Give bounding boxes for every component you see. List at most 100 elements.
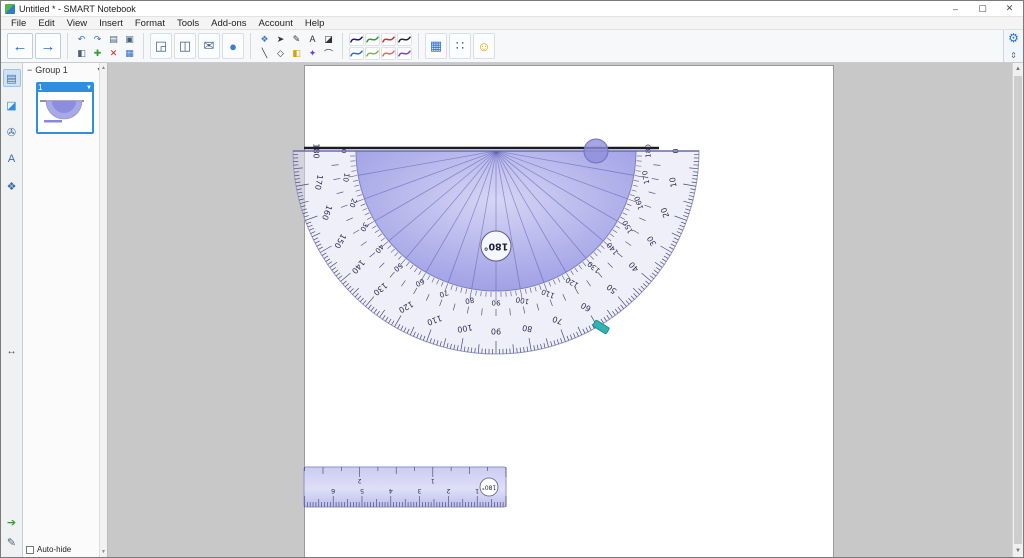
window-controls: – ▢ ✕ (942, 1, 1023, 16)
delete-button[interactable]: ✕ (106, 47, 121, 60)
grid-button[interactable]: ▦ (425, 33, 447, 59)
sorter-scroll-down-icon[interactable]: ▼ (100, 549, 107, 555)
sidebar-tab-attachments[interactable]: ✇ (3, 123, 21, 141)
redo-button[interactable]: ↷ (90, 33, 105, 46)
svg-text:180°: 180° (482, 484, 496, 491)
text-button[interactable]: A (305, 33, 320, 46)
save-button[interactable]: ◧ (74, 47, 89, 60)
protractor-knob[interactable] (583, 138, 609, 164)
menu-format[interactable]: Format (129, 18, 171, 29)
panel-resize-icon[interactable]: ↔ (1, 346, 22, 357)
page-thumbnail[interactable]: 1 ▼ (36, 82, 94, 134)
minimize-button[interactable]: – (942, 1, 969, 16)
previous-page-button[interactable]: ← (7, 33, 33, 59)
menu-add-ons[interactable]: Add-ons (205, 18, 252, 29)
svg-text:1: 1 (431, 477, 435, 484)
sidebar-tab-gallery[interactable]: ◪ (3, 96, 21, 114)
select-button[interactable]: ➤ (273, 33, 288, 46)
vertical-scrollbar[interactable]: ▲ ▼ (1012, 63, 1023, 557)
menu-account[interactable]: Account (253, 18, 299, 29)
lines-button[interactable]: ╲ (257, 47, 272, 60)
canvas-area[interactable]: 0010102020303040405050606070708080909010… (108, 63, 1023, 557)
sorter-scrollbar[interactable]: ▲ ▼ (99, 63, 107, 557)
svg-text:5: 5 (360, 487, 364, 495)
pen-preset-black-button[interactable] (397, 32, 412, 46)
group-label: Group 1 (35, 65, 68, 75)
auto-hide-option[interactable]: Auto-hide (26, 545, 71, 554)
menu-file[interactable]: File (5, 18, 32, 29)
svg-text:2: 2 (446, 487, 450, 495)
pen-preset-green-button[interactable] (365, 32, 380, 46)
page-content-layer: 0010102020303040405050606070708080909010… (292, 138, 700, 508)
svg-text:10: 10 (668, 176, 679, 188)
add-page-button[interactable]: ✚ (90, 47, 105, 60)
pen-preset-lightblue-button[interactable] (349, 46, 364, 60)
pen-preset-purple-button[interactable] (397, 46, 412, 60)
measure-tools-button[interactable]: ⌒ (321, 47, 336, 60)
next-arrow-icon[interactable]: ➔ (7, 516, 16, 529)
close-button[interactable]: ✕ (996, 1, 1023, 16)
sidebar-tab-add-ons[interactable]: ❖ (3, 177, 21, 195)
pen-preset-pink-button[interactable] (381, 46, 396, 60)
scroll-down-icon[interactable]: ▼ (1013, 548, 1023, 554)
clone-page-button[interactable]: ▣ (122, 33, 137, 46)
menu-help[interactable]: Help (299, 18, 331, 29)
page-sorter-panel: − Group 1 ▼ 1 ▼ ▲ (23, 63, 108, 557)
settings-gear-icon[interactable]: ⚙ (1008, 32, 1019, 44)
check-activity-button[interactable]: ✉ (198, 33, 220, 59)
app-body: ▤ ◪ ✇ A ❖ ↔ ➔ ✎ − Group 1 ▼ 1 ▼ (1, 63, 1023, 557)
scroll-up-icon[interactable]: ▲ (1013, 66, 1023, 72)
pan-button[interactable]: ❖ (257, 33, 272, 46)
menu-edit[interactable]: Edit (32, 18, 60, 29)
auto-hide-label: Auto-hide (37, 545, 72, 554)
protractor[interactable]: 0010102020303040405050606070708080909010… (292, 138, 700, 355)
svg-text:90: 90 (491, 299, 501, 308)
svg-text:4: 4 (389, 487, 393, 495)
svg-text:6: 6 (331, 487, 335, 495)
scrollbar-thumb[interactable] (1014, 76, 1022, 544)
auto-hide-checkbox[interactable] (26, 545, 34, 554)
shapes-button[interactable]: ◇ (273, 47, 288, 60)
svg-text:90: 90 (491, 327, 501, 336)
menubar: File Edit View Insert Format Tools Add-ons Acco… (1, 17, 1023, 30)
sidebar-tab-properties[interactable]: A (3, 150, 21, 168)
svg-text:1: 1 (475, 487, 479, 495)
undo-button[interactable]: ↶ (74, 33, 89, 46)
menu-view[interactable]: View (61, 18, 93, 29)
sidebar-tab-page-sorter[interactable]: ▤ (2, 69, 21, 87)
ruler[interactable]: 1 2 3 4 5 6 1 2 180° (303, 466, 507, 508)
page-dropdown-icon[interactable]: ▼ (86, 85, 92, 91)
document-camera-button[interactable]: ◫ (174, 33, 196, 59)
magic-pen-button[interactable]: ✦ (305, 47, 320, 60)
fill-button[interactable]: ◧ (289, 47, 304, 60)
group-header[interactable]: − Group 1 ▼ (23, 63, 107, 77)
toolbar-separator (67, 33, 68, 59)
smart-ink-button[interactable]: ● (222, 33, 244, 59)
more-tools-button[interactable]: ∷ (449, 33, 471, 59)
table-button[interactable]: ▦ (122, 47, 137, 60)
pen-preset-blue-button[interactable] (349, 32, 364, 46)
pen-preset-lime-button[interactable] (365, 46, 380, 60)
group-collapse-icon[interactable]: − (27, 65, 32, 75)
window-title: Untitled * - SMART Notebook (19, 3, 136, 14)
toolbar: ← → ↶ ↷ ▤ ▣ ◧ ✚ ✕ ▦ ◲ ◫ ✉ ● ❖ ➤ ✎ A ◪ ╲ ◇ ◧ ✦ ⌒ ▦ ∷ ☺ ⚙ ⇕ (1, 30, 1023, 63)
next-page-button[interactable]: → (35, 33, 61, 59)
menu-insert[interactable]: Insert (93, 18, 129, 29)
sidebar-tab-strip: ▤ ◪ ✇ A ❖ ↔ ➔ ✎ (1, 63, 23, 557)
activity-builder-button[interactable]: ☺ (473, 33, 495, 59)
toolbar-separator (143, 33, 144, 59)
paste-button[interactable]: ▤ (106, 33, 121, 46)
svg-text:3: 3 (418, 487, 422, 495)
pen-small-icon[interactable]: ✎ (7, 536, 16, 549)
svg-text:180°: 180° (484, 241, 509, 252)
sorter-scroll-up-icon[interactable]: ▲ (100, 65, 107, 71)
toolbar-expand-icon[interactable]: ⇕ (1010, 51, 1017, 60)
menu-tools[interactable]: Tools (171, 18, 205, 29)
pen-button[interactable]: ✎ (289, 33, 304, 46)
screen-shade-button[interactable]: ◲ (150, 33, 172, 59)
pen-preset-red-button[interactable] (381, 32, 396, 46)
eraser-button[interactable]: ◪ (321, 33, 336, 46)
page-number: 1 (38, 83, 43, 92)
maximize-button[interactable]: ▢ (969, 1, 996, 16)
toolbar-separator (250, 33, 251, 59)
